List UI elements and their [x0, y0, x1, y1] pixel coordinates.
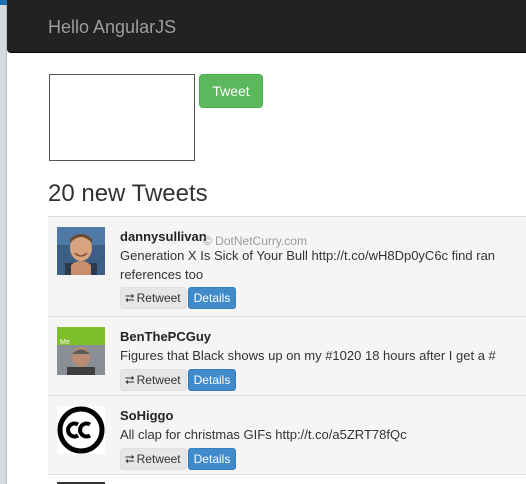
retweet-icon: ⮂ [125, 291, 135, 305]
tweet-text: Figures that Black shows up on my #1020 … [120, 348, 496, 363]
tweet-row [48, 474, 526, 484]
user-avatar: Me [57, 327, 105, 375]
tweet-row: Me BenThePCGuy Figures that Black shows … [48, 316, 526, 395]
tweet-content: dannysullivan Generation X Is Sick of Yo… [120, 229, 526, 309]
tweet-actions: ⮂ Retweet Details [120, 369, 526, 391]
window-left-edge [0, 0, 7, 484]
retweet-label: Retweet [136, 452, 181, 466]
tweet-row: SoHiggo All clap for christmas GIFs http… [48, 395, 526, 474]
tweet-input[interactable] [49, 74, 195, 161]
details-button[interactable]: Details [187, 448, 237, 470]
tweet-text: Generation X Is Sick of Your Bull http:/… [120, 248, 496, 282]
tweet-username[interactable]: BenThePCGuy [120, 329, 526, 346]
tweet-actions: ⮂ Retweet Details [120, 448, 526, 470]
retweet-button[interactable]: ⮂ Retweet [120, 448, 187, 470]
retweet-button[interactable]: ⮂ Retweet [120, 287, 187, 309]
svg-text:Me: Me [60, 339, 70, 346]
watermark: © DotNetCurry.com [203, 234, 307, 248]
retweet-icon: ⮂ [125, 452, 135, 466]
user-avatar [57, 227, 105, 275]
retweet-label: Retweet [136, 291, 181, 305]
tweet-list: dannysullivan Generation X Is Sick of Yo… [48, 216, 526, 484]
navbar-brand[interactable]: Hello AngularJS [48, 17, 176, 37]
tweet-username[interactable]: dannysullivan [120, 229, 526, 246]
navbar: Hello AngularJS [7, 0, 526, 53]
creative-commons-icon [57, 406, 105, 454]
tweet-button[interactable]: Tweet [199, 74, 263, 108]
tweet-actions: ⮂ Retweet Details [120, 287, 526, 309]
tweet-username[interactable]: SoHiggo [120, 408, 526, 425]
tweet-text: All clap for christmas GIFs http://t.co/… [120, 427, 407, 442]
tweet-content: SoHiggo All clap for christmas GIFs http… [120, 408, 526, 470]
tweet-count-heading: 20 new Tweets [48, 180, 208, 207]
tweet-content: BenThePCGuy Figures that Black shows up … [120, 329, 526, 391]
window-edge-tab [0, 0, 7, 5]
retweet-button[interactable]: ⮂ Retweet [120, 369, 187, 391]
details-button[interactable]: Details [187, 287, 237, 309]
retweet-label: Retweet [136, 373, 181, 387]
retweet-icon: ⮂ [125, 373, 135, 387]
tweet-row: dannysullivan Generation X Is Sick of Yo… [48, 216, 526, 316]
details-button[interactable]: Details [187, 369, 237, 391]
